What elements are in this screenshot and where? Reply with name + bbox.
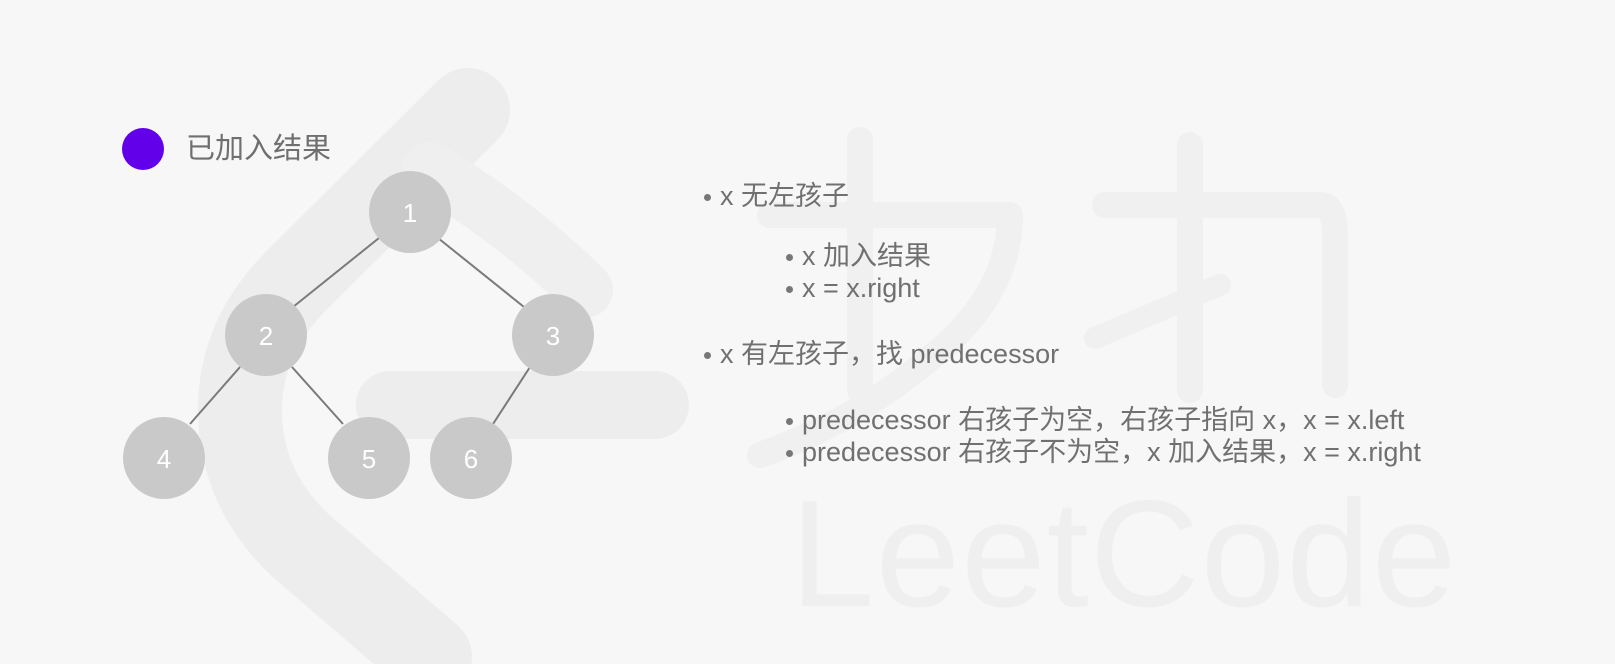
tree-node-6-label: 6 [464,444,478,474]
tree-node-1-label: 1 [403,198,417,228]
note-case-no-left-child: x 无左孩子 [704,180,1588,212]
tree-node-2-label: 2 [259,321,273,351]
note-x-equals-right: x = x.right [786,272,1588,304]
edge-2-5 [291,366,344,425]
algorithm-notes: x 无左孩子 x 加入结果 x = x.right x 有左孩子，找 prede… [688,180,1588,468]
tree-node-1: 1 [369,171,451,253]
tree-node-4-label: 4 [157,444,171,474]
tree-node-3-label: 3 [546,321,560,351]
edge-3-6 [492,366,531,425]
note-predecessor-right-not-empty: predecessor 右孩子不为空，x 加入结果，x = x.right [786,436,1588,468]
tree-node-3: 3 [512,294,594,376]
tree-node-5: 5 [328,417,410,499]
note-predecessor-right-empty: predecessor 右孩子为空，右孩子指向 x，x = x.left [786,404,1588,436]
tree-node-5-label: 5 [362,444,376,474]
edge-1-2 [292,237,380,308]
tree-node-6: 6 [430,417,512,499]
tree-node-4: 4 [123,417,205,499]
note-add-x-to-result: x 加入结果 [786,240,1588,272]
edge-2-4 [189,366,241,425]
edge-1-3 [437,237,525,308]
tree-node-2: 2 [225,294,307,376]
note-case-has-left-child: x 有左孩子，找 predecessor [704,338,1588,370]
